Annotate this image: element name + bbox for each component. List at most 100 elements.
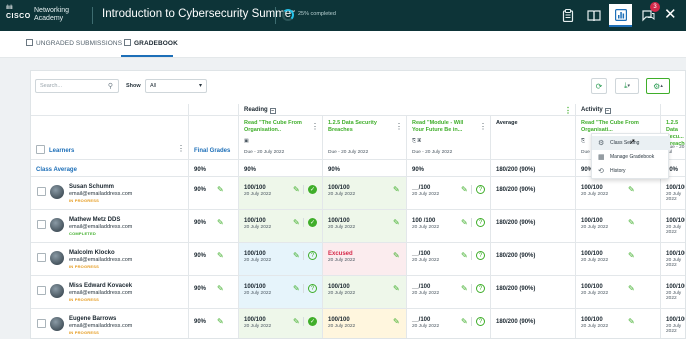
learner-cell[interactable]: Malcolm Klocko email@emailaddress.com IN… — [31, 243, 189, 276]
learner-name[interactable]: Susan Schumm — [69, 184, 114, 190]
pencil-icon[interactable]: ✎ — [393, 284, 400, 293]
search-input[interactable]: Search... ⚲ — [35, 79, 119, 93]
pending-circle-icon[interactable]: ? — [476, 185, 485, 194]
learner-name[interactable]: Miss Edward Kovacek — [69, 283, 132, 289]
grade-cell[interactable]: 100/100 20 July 2022 ✎ ? — [239, 243, 323, 276]
chat-icon[interactable]: 3 — [636, 2, 660, 27]
pencil-icon[interactable]: ✎ — [293, 284, 300, 293]
learners-column-header[interactable]: Learners ⋮ — [31, 116, 189, 160]
check-circle-icon[interactable]: ✓ — [308, 218, 317, 227]
pencil-icon[interactable]: ✎ — [293, 317, 300, 326]
pencil-icon[interactable]: ✎ — [217, 185, 224, 194]
kebab-menu-icon[interactable]: ⋮ — [311, 122, 319, 131]
grade-cell[interactable]: 100/100 20 July 2022 ✎ — [576, 177, 661, 210]
learner-cell[interactable]: Susan Schumm email@emailaddress.com IN P… — [31, 177, 189, 210]
grade-cell[interactable]: Excused 20 July 2022 ✎ — [323, 243, 407, 276]
grade-cell[interactable]: 100/100 20 July 2022 ✎ ? — [239, 276, 323, 309]
grade-cell[interactable]: 100/100 20 July 2022 — [661, 210, 685, 243]
tab-ungraded-submissions[interactable]: UNGRADED SUBMISSIONS — [26, 39, 122, 47]
check-circle-icon[interactable]: ✓ — [308, 317, 317, 326]
grade-cell[interactable]: 100/100 20 July 2022 ✎ — [576, 243, 661, 276]
settings-button[interactable]: ⚙ ▴ — [646, 78, 670, 94]
pencil-icon[interactable]: ✎ — [461, 317, 468, 326]
grade-cell[interactable]: 100/100 20 July 2022 ✎ ✓ — [239, 177, 323, 210]
row-checkbox[interactable] — [37, 187, 46, 196]
menu-item-manage-gradebook[interactable]: ▦ Manage Gradebook — [592, 150, 670, 164]
grade-cell[interactable]: __/100 20 July 2022 ✎ ? — [407, 309, 491, 338]
kebab-menu-icon[interactable]: ⋮ — [395, 122, 403, 131]
pencil-icon[interactable]: ✎ — [217, 251, 224, 260]
pencil-icon[interactable]: ✎ — [293, 218, 300, 227]
pencil-icon[interactable]: ✎ — [217, 284, 224, 293]
learner-name[interactable]: Mathew Metz DDS — [69, 217, 120, 223]
show-filter-select[interactable]: All ▾ — [145, 79, 207, 93]
pencil-icon[interactable]: ✎ — [628, 317, 635, 326]
row-checkbox[interactable] — [37, 319, 46, 328]
refresh-button[interactable]: ⟳ — [591, 78, 607, 94]
grade-cell[interactable]: 100/100 20 July 2022 ✎ — [576, 276, 661, 309]
activity-column-header[interactable]: Read "The Cube From Organisation.. ▣ Due -… — [239, 116, 323, 160]
pencil-icon[interactable]: ✎ — [628, 218, 635, 227]
learner-cell[interactable]: Miss Edward Kovacek email@emailaddress.c… — [31, 276, 189, 309]
book-icon[interactable] — [582, 4, 605, 27]
cisco-networking-academy-logo[interactable]: ılıılı CISCO Networking Academy — [6, 5, 86, 25]
final-grades-column-header[interactable]: Final Grades — [189, 116, 239, 160]
pencil-icon[interactable]: ✎ — [628, 185, 635, 194]
pencil-icon[interactable]: ✎ — [393, 218, 400, 227]
grade-cell[interactable]: 100/100 20 July 2022 ✎ ✓ — [239, 309, 323, 338]
check-circle-icon[interactable]: ✓ — [308, 185, 317, 194]
pencil-icon[interactable]: ✎ — [217, 317, 224, 326]
grade-cell[interactable]: 100/100 20 July 2022 ✎ — [323, 177, 407, 210]
pencil-icon[interactable]: ✎ — [393, 317, 400, 326]
pencil-icon[interactable]: ✎ — [293, 251, 300, 260]
menu-item-history[interactable]: ⟲ History — [592, 164, 670, 178]
activity-column-header[interactable]: 1.2.5 Data Security Breaches Due - 20 Jul… — [323, 116, 407, 160]
learner-cell[interactable]: Mathew Metz DDS email@emailaddress.com C… — [31, 210, 189, 243]
grade-cell[interactable]: 100/100 20 July 2022 — [661, 309, 685, 338]
pencil-icon[interactable]: ✎ — [461, 185, 468, 194]
collapse-icon[interactable]: − — [604, 108, 611, 114]
grade-cell[interactable]: 100/100 20 July 2022 ✎ — [323, 210, 407, 243]
learner-name[interactable]: Eugene Barrows — [69, 316, 116, 322]
grade-cell[interactable]: __/100 20 July 2022 ✎ ? — [407, 243, 491, 276]
learner-name[interactable]: Malcolm Klocko — [69, 250, 115, 256]
activity-column-header[interactable]: Read "Module - Will Your Future Be in...… — [407, 116, 491, 160]
pending-circle-icon[interactable]: ? — [476, 218, 485, 227]
grade-cell[interactable]: 100/100 20 July 2022 — [661, 177, 685, 210]
grade-cell[interactable]: __/100 20 July 2022 ✎ ? — [407, 276, 491, 309]
close-icon[interactable]: ✕ — [664, 5, 677, 23]
grade-cell[interactable]: 100 /100 20 July 2022 ✎ ? — [407, 210, 491, 243]
grade-cell[interactable]: 100/100 20 July 2022 ✎ — [323, 276, 407, 309]
kebab-menu-icon[interactable]: ⋮ — [564, 106, 572, 115]
pencil-icon[interactable]: ✎ — [217, 218, 224, 227]
grade-cell[interactable]: __/100 20 July 2022 ✎ ? — [407, 177, 491, 210]
tab-gradebook[interactable]: GRADEBOOK — [124, 39, 178, 47]
row-checkbox[interactable] — [37, 286, 46, 295]
grade-cell[interactable]: 100/100 20 July 2022 ✎ — [576, 210, 661, 243]
pencil-icon[interactable]: ✎ — [393, 251, 400, 260]
grade-cell[interactable]: 100/100 20 July 2022 ✎ — [576, 309, 661, 338]
row-checkbox[interactable] — [37, 220, 46, 229]
clipboard-icon[interactable] — [556, 4, 579, 27]
kebab-menu-icon[interactable]: ⋮ — [479, 122, 487, 131]
collapse-icon[interactable]: − — [269, 108, 276, 114]
grade-cell[interactable]: 100/100 20 July 2022 ✎ ✓ — [239, 210, 323, 243]
gradebook-icon[interactable] — [609, 4, 632, 27]
pending-circle-icon[interactable]: ? — [308, 251, 317, 260]
pencil-icon[interactable]: ✎ — [628, 251, 635, 260]
pencil-icon[interactable]: ✎ — [393, 185, 400, 194]
pencil-icon[interactable]: ✎ — [461, 284, 468, 293]
kebab-menu-icon[interactable]: ⋮ — [177, 144, 185, 153]
learner-cell[interactable]: Eugene Barrows email@emailaddress.com IN… — [31, 309, 189, 338]
pencil-icon[interactable]: ✎ — [461, 218, 468, 227]
pending-circle-icon[interactable]: ? — [476, 284, 485, 293]
download-button[interactable]: ⤓ ▾ — [615, 78, 639, 94]
average-column-header[interactable]: Average — [491, 116, 576, 160]
pending-circle-icon[interactable]: ? — [308, 284, 317, 293]
pencil-icon[interactable]: ✎ — [293, 185, 300, 194]
row-checkbox[interactable] — [37, 253, 46, 262]
grade-cell[interactable]: 100/100 20 July 2022 — [661, 276, 685, 309]
pending-circle-icon[interactable]: ? — [476, 251, 485, 260]
pencil-icon[interactable]: ✎ — [628, 284, 635, 293]
pending-circle-icon[interactable]: ? — [476, 317, 485, 326]
